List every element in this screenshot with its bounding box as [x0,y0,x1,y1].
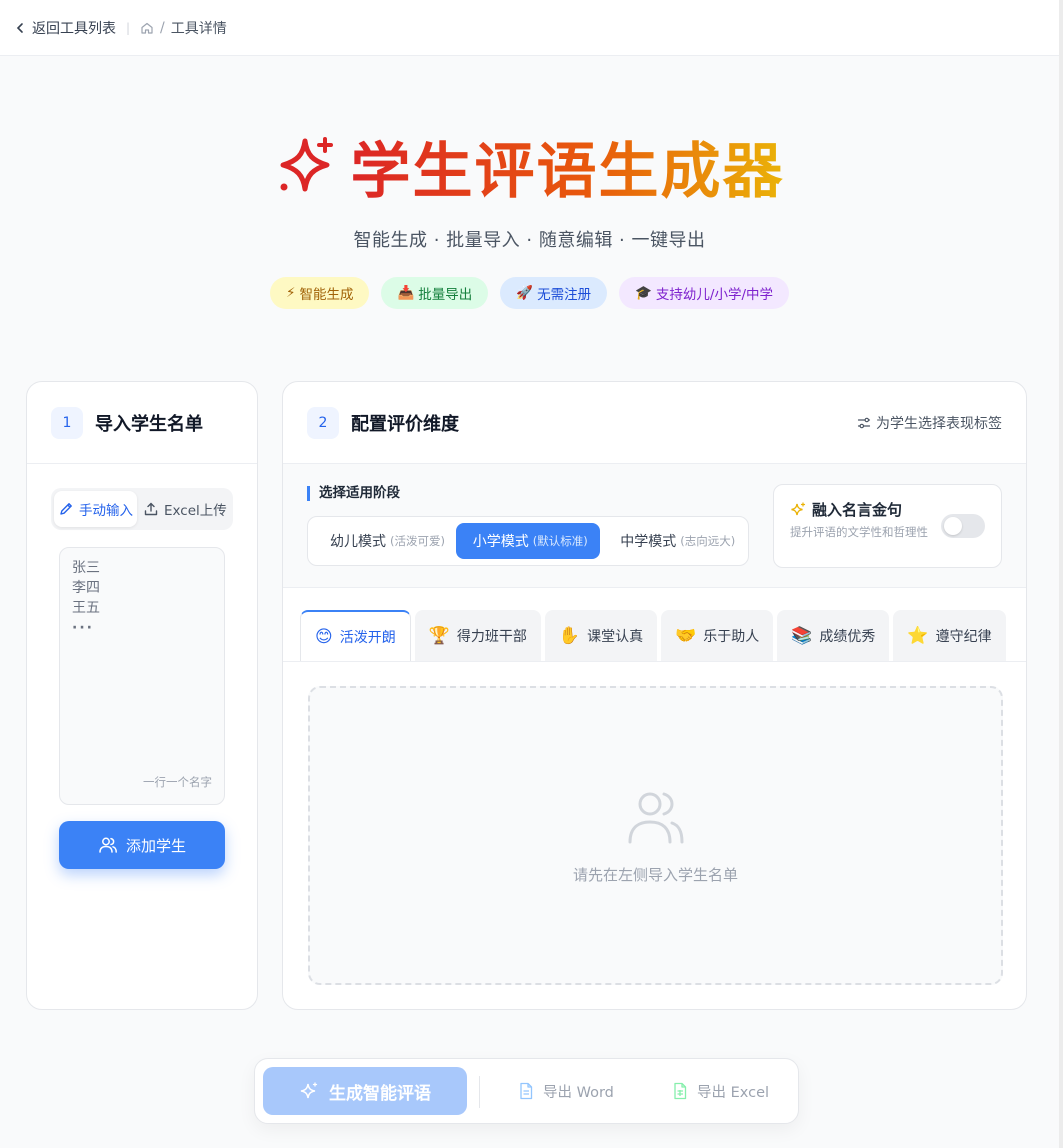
topbar-divider: | [126,20,131,35]
tabs-divider [283,661,1026,662]
graduation-cap-icon: 🎓 [635,285,652,301]
stage-primary-button[interactable]: 小学模式 (默认标准) [455,523,601,559]
page-title: 学生评语生成器 [351,123,785,210]
smile-icon: 😊 [315,627,333,647]
trophy-icon: 🏆 [428,626,450,646]
quote-description: 提升评语的文学性和哲理性 [790,525,928,539]
users-icon [99,837,117,853]
action-divider [479,1076,480,1108]
tab-disciplined[interactable]: ⭐ 遵守纪律 [893,610,1006,662]
back-label: 返回工具列表 [32,20,116,37]
upload-icon [144,502,158,516]
raised-hand-icon: ✋ [558,626,581,646]
import-card-title: 导入学生名单 [95,413,203,435]
hero-title: 学生评语生成器 [0,128,1059,207]
breadcrumb-current: 工具详情 [170,20,227,37]
stage-middle-button[interactable]: 中学模式 (志向远大) [602,523,744,559]
tab-helpful[interactable]: 🤝 乐于助人 [661,610,774,662]
badge-no-register: 🚀 无需注册 [500,277,608,309]
sparkle-icon [791,501,806,515]
generate-comments-button[interactable]: 生成智能评语 [263,1067,467,1115]
tab-lively[interactable]: 😊 活泼开朗 [300,610,411,662]
stage-label: 选择适用阶段 [307,486,400,501]
excel-upload-tab[interactable]: Excel上传 [139,491,231,527]
select-tags-link[interactable]: 为学生选择表现标签 [857,413,1002,433]
handshake-icon: 🤝 [675,626,697,646]
step-number-2: 2 [307,406,339,439]
step-number-1: 1 [51,406,83,439]
feature-badges: ⚡ 智能生成 📥 批量导出 🚀 无需注册 🎓 支持幼儿/小学/中学 [0,277,1059,309]
top-navigation-bar: 返回工具列表 | / 工具详情 [0,0,1059,56]
rocket-icon: 🚀 [516,285,534,301]
inbox-tray-icon: 📥 [397,285,415,301]
page-subtitle: 智能生成 · 批量导入 · 随意编辑 · 一键导出 [353,230,706,251]
sparkles-icon [280,137,333,192]
star-icon: ⭐ [907,626,929,646]
lightning-icon: ⚡ [285,285,296,301]
quote-toggle-switch[interactable] [941,514,985,538]
breadcrumb-separator: / [160,19,165,36]
pencil-icon [60,503,72,515]
spreadsheet-icon [674,1082,687,1100]
stage-selector: 幼儿模式 (活泼可爱) 小学模式 (默认标准) 中学模式 (志向远大) [307,516,749,566]
tab-class-leader[interactable]: 🏆 得力班干部 [414,610,541,662]
empty-state: 请先在左侧导入学生名单 [308,686,1003,985]
chevron-left-icon [16,22,23,33]
export-excel-button[interactable]: 导出 Excel [671,1067,769,1115]
import-students-card: 1 导入学生名单 手动输入 Excel上传 张三 李四 王五 ··· 一行一个名… [26,381,258,1010]
tab-attentive[interactable]: ✋ 课堂认真 [544,610,658,662]
empty-state-message: 请先在左侧导入学生名单 [572,866,738,884]
badge-batch-export: 📥 批量导出 [381,277,489,309]
home-icon[interactable] [140,21,154,35]
tab-excellent-grades[interactable]: 📚 成绩优秀 [777,610,890,662]
config-card-title: 配置评价维度 [351,413,459,435]
badge-support-levels: 🎓 支持幼儿/小学/中学 [619,277,790,309]
quote-option-card: 融入名言金句 提升评语的文学性和哲理性 [773,484,1002,568]
stage-kindergarten-button[interactable]: 幼儿模式 (活泼可爱) [312,523,454,559]
books-icon: 📚 [791,626,813,646]
back-to-tools-link[interactable]: 返回工具列表 [14,18,116,38]
quote-title: 融入名言金句 [812,501,903,519]
input-mode-toggle: 手动输入 Excel上传 [51,488,233,530]
manual-input-tab[interactable]: 手动输入 [54,491,137,527]
scrollbar-track[interactable] [1059,0,1063,1148]
document-icon [520,1082,533,1100]
configure-dimensions-card: 2 配置评价维度 为学生选择表现标签 选择适用阶段 幼儿模式 (活泼可爱) 小学… [282,381,1027,1010]
student-names-textarea[interactable]: 张三 李四 王五 ··· 一行一个名字 [59,547,225,805]
import-card-header: 1 导入学生名单 [27,382,257,464]
sparkles-icon [300,1082,318,1099]
trait-tabs: 😊 活泼开朗 🏆 得力班干部 ✋ 课堂认真 🤝 乐于助人 📚 成绩优秀 ⭐ 遵守… [300,610,1006,662]
add-students-button[interactable]: 添加学生 [59,821,225,869]
export-word-button[interactable]: 导出 Word [517,1067,614,1115]
action-bar: 生成智能评语 导出 Word 导出 Excel [254,1058,799,1124]
names-hint: 一行一个名字 [143,775,212,789]
badge-smart-generate: ⚡ 智能生成 [269,277,370,309]
users-icon [628,792,684,844]
config-settings-area: 选择适用阶段 幼儿模式 (活泼可爱) 小学模式 (默认标准) 中学模式 (志向远… [283,464,1026,588]
sliders-icon [857,417,871,429]
